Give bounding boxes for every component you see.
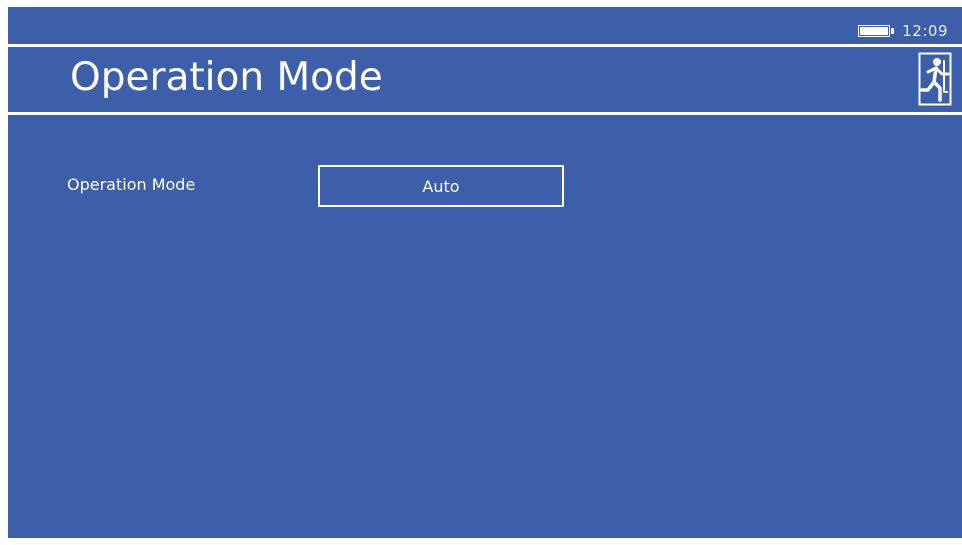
battery-tip xyxy=(891,28,895,34)
battery-body xyxy=(858,25,891,37)
header-top-divider xyxy=(8,44,962,47)
device-screen: 12:09 Operation Mode Operation Mode Auto xyxy=(8,7,962,538)
operation-mode-value: Auto xyxy=(422,176,460,196)
exit-running-man-icon xyxy=(918,52,952,106)
battery-fill xyxy=(860,27,889,35)
status-bar: 12:09 xyxy=(858,21,948,41)
operation-mode-selector[interactable]: Auto xyxy=(318,165,564,207)
header-bottom-divider xyxy=(8,112,962,115)
clock: 12:09 xyxy=(902,22,948,40)
battery-icon xyxy=(858,25,896,37)
operation-mode-label: Operation Mode xyxy=(67,175,196,194)
exit-button[interactable] xyxy=(918,52,952,106)
page-title: Operation Mode xyxy=(70,55,383,100)
